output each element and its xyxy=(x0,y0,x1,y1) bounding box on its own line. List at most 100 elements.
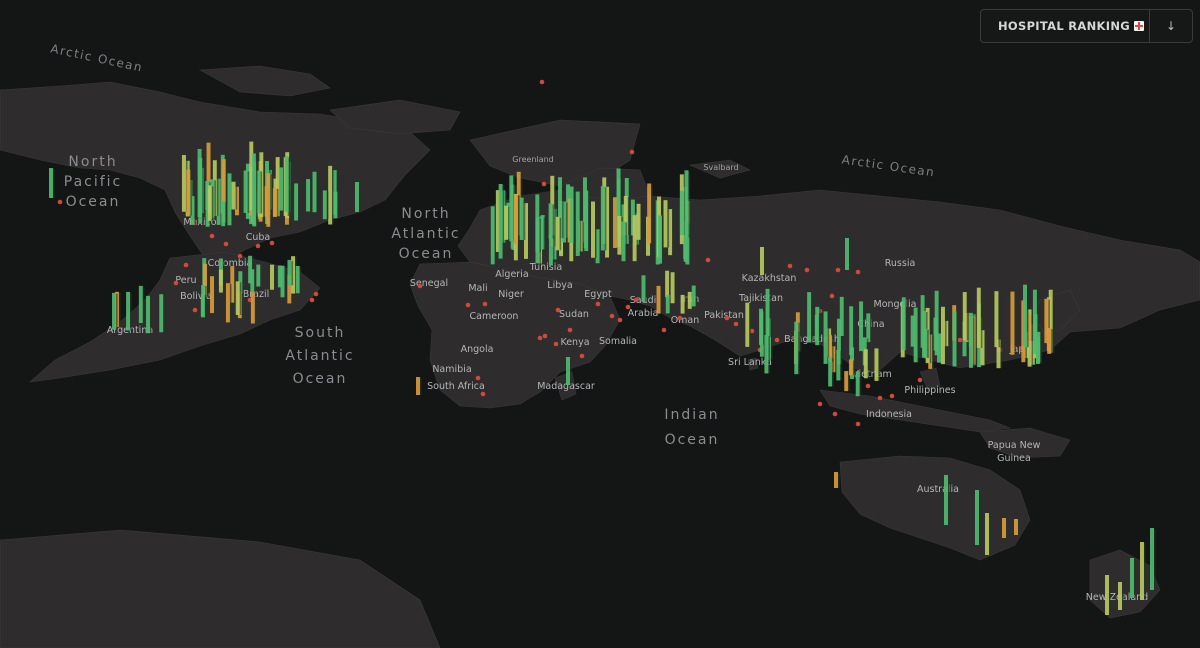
hospital-dot[interactable] xyxy=(774,337,780,343)
hospital-bar[interactable] xyxy=(1023,284,1029,348)
hospital-bar[interactable] xyxy=(848,359,855,376)
hospital-bar[interactable] xyxy=(641,275,648,302)
hospital-bar[interactable] xyxy=(823,311,830,364)
hospital-bar[interactable] xyxy=(1140,542,1146,600)
hospital-bar[interactable] xyxy=(968,316,975,368)
hospital-bar[interactable] xyxy=(976,287,983,348)
hospital-bar[interactable] xyxy=(1130,558,1136,598)
hospital-dot[interactable] xyxy=(209,233,215,239)
hospital-bar[interactable] xyxy=(656,285,663,314)
hospital-dot[interactable] xyxy=(829,293,835,299)
hospital-bar[interactable] xyxy=(691,285,698,307)
hospital-dot[interactable] xyxy=(269,240,275,246)
hospital-bar[interactable] xyxy=(923,328,929,358)
hospital-dot[interactable] xyxy=(480,391,486,397)
hospital-bar[interactable] xyxy=(874,348,881,381)
hospital-bar[interactable] xyxy=(225,283,232,323)
hospital-bar[interactable] xyxy=(569,186,576,244)
hospital-bar[interactable] xyxy=(994,291,1001,348)
hospital-bar[interactable] xyxy=(814,314,821,341)
hospital-bar[interactable] xyxy=(745,302,751,347)
hospital-bar[interactable] xyxy=(839,296,846,336)
hospital-dot[interactable] xyxy=(877,395,883,401)
hospital-bar[interactable] xyxy=(680,294,687,314)
hospital-dot[interactable] xyxy=(625,304,631,310)
hospital-bar[interactable] xyxy=(600,186,607,251)
hospital-bar[interactable] xyxy=(126,291,132,331)
hospital-bar[interactable] xyxy=(658,215,664,264)
hospital-dot[interactable] xyxy=(889,393,895,399)
hospital-bar[interactable] xyxy=(913,307,920,363)
hospital-dot[interactable] xyxy=(183,262,189,268)
hospital-bar[interactable] xyxy=(1150,528,1156,590)
hospital-bar[interactable] xyxy=(207,185,214,221)
hospital-bar[interactable] xyxy=(284,156,291,212)
hospital-bar[interactable] xyxy=(333,191,340,219)
hospital-dot[interactable] xyxy=(475,375,481,381)
hospital-bar[interactable] xyxy=(765,288,772,337)
hospital-bar[interactable] xyxy=(684,170,691,238)
hospital-bar[interactable] xyxy=(235,281,242,316)
hospital-bar[interactable] xyxy=(760,247,766,275)
hospital-bar[interactable] xyxy=(845,238,851,270)
hospital-dot[interactable] xyxy=(555,307,561,313)
hospital-bar[interactable] xyxy=(834,472,840,488)
hospital-bar[interactable] xyxy=(519,197,526,241)
hospital-dot[interactable] xyxy=(313,291,319,297)
hospital-dot[interactable] xyxy=(661,327,667,333)
hospital-bar[interactable] xyxy=(952,311,959,367)
hospital-bar[interactable] xyxy=(210,276,216,314)
hospital-bar[interactable] xyxy=(665,270,671,298)
hospital-dot[interactable] xyxy=(192,307,198,313)
hospital-bar[interactable] xyxy=(575,191,582,257)
hospital-dot[interactable] xyxy=(482,301,488,307)
hospital-bar[interactable] xyxy=(665,295,672,314)
hospital-bar[interactable] xyxy=(940,306,947,365)
hospital-bar[interactable] xyxy=(1036,331,1042,363)
hospital-bar[interactable] xyxy=(985,513,991,555)
hospital-bar[interactable] xyxy=(270,264,276,290)
hospital-dot[interactable] xyxy=(633,297,639,303)
hospital-bar[interactable] xyxy=(855,371,862,397)
hospital-bar[interactable] xyxy=(548,203,555,239)
hospital-bar[interactable] xyxy=(355,182,361,212)
hospital-bar[interactable] xyxy=(535,217,542,264)
hospital-bar[interactable] xyxy=(146,295,152,334)
hospital-bar[interactable] xyxy=(256,264,262,287)
hospital-bar[interactable] xyxy=(294,183,300,221)
hospital-bar[interactable] xyxy=(198,157,204,224)
hospital-dot[interactable] xyxy=(553,341,559,347)
hospital-bar[interactable] xyxy=(251,153,258,219)
hospital-bar[interactable] xyxy=(548,234,555,265)
hospital-dot[interactable] xyxy=(855,421,861,427)
sort-button[interactable]: ↓ xyxy=(1150,10,1192,42)
hospital-bar[interactable] xyxy=(962,292,969,341)
hospital-dot[interactable] xyxy=(567,327,573,333)
hospital-bar[interactable] xyxy=(221,200,227,227)
hospital-bar[interactable] xyxy=(312,171,319,213)
hospital-dot[interactable] xyxy=(617,317,623,323)
hospital-dot[interactable] xyxy=(832,411,838,417)
hospital-dot[interactable] xyxy=(255,243,261,249)
hospital-dot[interactable] xyxy=(609,313,615,319)
hospital-bar[interactable] xyxy=(280,265,287,298)
hospital-bar[interactable] xyxy=(1105,575,1111,615)
hospital-bar[interactable] xyxy=(416,377,422,395)
hospital-bar[interactable] xyxy=(186,169,192,216)
hospital-dot[interactable] xyxy=(542,333,548,339)
hospital-bar[interactable] xyxy=(764,335,771,374)
hospital-dot[interactable] xyxy=(855,269,861,275)
hospital-bar[interactable] xyxy=(1014,519,1020,535)
hospital-dot[interactable] xyxy=(817,401,823,407)
hospital-bar[interactable] xyxy=(836,349,842,381)
hospital-dot[interactable] xyxy=(539,79,545,85)
hospital-dot[interactable] xyxy=(677,315,683,321)
hospital-dot[interactable] xyxy=(787,263,793,269)
hospital-dot[interactable] xyxy=(417,283,423,289)
hospital-dot[interactable] xyxy=(57,199,63,205)
hospital-bar[interactable] xyxy=(200,293,207,317)
hospital-dot[interactable] xyxy=(917,377,923,383)
hospital-dot[interactable] xyxy=(865,383,871,389)
hospital-bar[interactable] xyxy=(328,165,334,225)
hospital-bar[interactable] xyxy=(504,205,510,240)
